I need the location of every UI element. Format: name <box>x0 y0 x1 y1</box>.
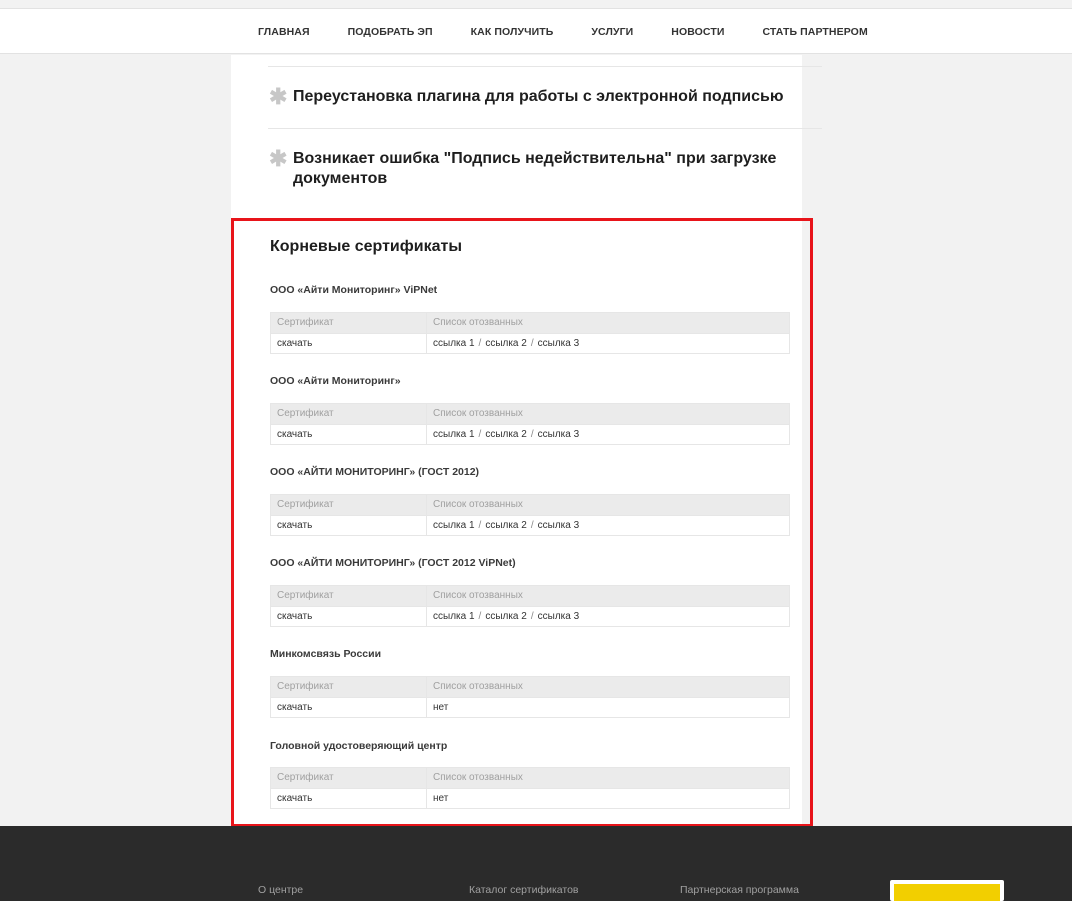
cert-table: Сертификат Список отозванных скачать ссы… <box>270 403 790 445</box>
top-navigation-bar: ГЛАВНАЯ ПОДОБРАТЬ ЭП КАК ПОЛУЧИТЬ УСЛУГИ… <box>0 8 1072 54</box>
asterisk-icon: ✱ <box>269 146 288 171</box>
table-row: скачать нет <box>271 788 789 808</box>
column-header-certificate: Сертификат <box>271 313 427 333</box>
crl-link-2[interactable]: ссылка 2 <box>485 429 527 440</box>
crl-link-1[interactable]: ссылка 1 <box>433 338 475 349</box>
table-header-row: Сертификат Список отозванных <box>271 313 789 333</box>
table-row: скачать ссылка 1/ссылка 2/ссылка 3 <box>271 333 789 353</box>
root-certificates-title: Корневые сертификаты <box>270 238 462 255</box>
footer-badge-accent <box>894 884 1000 901</box>
cert-table: Сертификат Список отозванных скачать ссы… <box>270 585 790 627</box>
nav-item-news[interactable]: НОВОСТИ <box>671 26 724 38</box>
table-row: скачать ссылка 1/ссылка 2/ссылка 3 <box>271 424 789 444</box>
crl-link-1[interactable]: ссылка 1 <box>433 520 475 531</box>
crl-link-3[interactable]: ссылка 3 <box>538 611 580 622</box>
link-separator: / <box>530 520 534 531</box>
download-link[interactable]: скачать <box>277 520 312 531</box>
nav-item-services[interactable]: УСЛУГИ <box>591 26 633 38</box>
faq-question[interactable]: Возникает ошибка "Подпись недействительн… <box>293 149 793 189</box>
table-row: скачать ссылка 1/ссылка 2/ссылка 3 <box>271 515 789 535</box>
cert-table: Сертификат Список отозванных скачать нет <box>270 676 790 718</box>
download-link[interactable]: скачать <box>277 793 312 804</box>
cert-group-title: ООО «Айти Мониторинг» <box>270 375 401 387</box>
download-link[interactable]: скачать <box>277 702 312 713</box>
column-header-revocation-list: Список отозванных <box>433 499 523 510</box>
column-header-certificate: Сертификат <box>271 677 427 697</box>
crl-link-3[interactable]: ссылка 3 <box>538 520 580 531</box>
table-header-row: Сертификат Список отозванных <box>271 404 789 424</box>
link-separator: / <box>530 429 534 440</box>
divider <box>268 66 822 67</box>
asterisk-icon: ✱ <box>269 84 288 109</box>
crl-none: нет <box>433 793 449 804</box>
download-link[interactable]: скачать <box>277 611 312 622</box>
main-nav: ГЛАВНАЯ ПОДОБРАТЬ ЭП КАК ПОЛУЧИТЬ УСЛУГИ… <box>258 9 906 55</box>
nav-item-how-to-get[interactable]: КАК ПОЛУЧИТЬ <box>471 26 554 38</box>
divider <box>268 128 822 129</box>
download-link[interactable]: скачать <box>277 338 312 349</box>
crl-link-3[interactable]: ссылка 3 <box>538 338 580 349</box>
cert-table: Сертификат Список отозванных скачать ссы… <box>270 494 790 536</box>
footer-link-certificate-catalog[interactable]: Каталог сертификатов <box>469 884 579 896</box>
footer-link-partner-program[interactable]: Партнерская программа <box>680 884 799 896</box>
link-separator: / <box>478 611 482 622</box>
link-separator: / <box>530 611 534 622</box>
nav-item-become-partner[interactable]: СТАТЬ ПАРТНЕРОМ <box>763 26 868 38</box>
crl-link-2[interactable]: ссылка 2 <box>485 338 527 349</box>
column-header-revocation-list: Список отозванных <box>433 590 523 601</box>
crl-link-2[interactable]: ссылка 2 <box>485 520 527 531</box>
table-header-row: Сертификат Список отозванных <box>271 677 789 697</box>
faq-question[interactable]: Переустановка плагина для работы с элект… <box>293 87 793 107</box>
column-header-certificate: Сертификат <box>271 586 427 606</box>
footer: О центре Каталог сертификатов Партнерска… <box>0 826 1072 901</box>
column-header-revocation-list: Список отозванных <box>433 408 523 419</box>
nav-item-choose-signature[interactable]: ПОДОБРАТЬ ЭП <box>348 26 433 38</box>
footer-badge[interactable] <box>890 880 1004 901</box>
table-row: скачать нет <box>271 697 789 717</box>
crl-link-1[interactable]: ссылка 1 <box>433 611 475 622</box>
column-header-certificate: Сертификат <box>271 768 427 788</box>
crl-link-3[interactable]: ссылка 3 <box>538 429 580 440</box>
crl-link-2[interactable]: ссылка 2 <box>485 611 527 622</box>
nav-item-home[interactable]: ГЛАВНАЯ <box>258 26 310 38</box>
link-separator: / <box>530 338 534 349</box>
column-header-revocation-list: Список отозванных <box>433 681 523 692</box>
table-header-row: Сертификат Список отозванных <box>271 768 789 788</box>
table-row: скачать ссылка 1/ссылка 2/ссылка 3 <box>271 606 789 626</box>
cert-table: Сертификат Список отозванных скачать ссы… <box>270 312 790 354</box>
cert-group-title: ООО «Айти Мониторинг» ViPNet <box>270 284 438 296</box>
link-separator: / <box>478 520 482 531</box>
crl-none: нет <box>433 702 449 713</box>
column-header-revocation-list: Список отозванных <box>433 317 523 328</box>
cert-group-title: Головной удостоверяющий центр <box>270 740 448 752</box>
column-header-certificate: Сертификат <box>271 495 427 515</box>
cert-group-title: ООО «АЙТИ МОНИТОРИНГ» (ГОСТ 2012) <box>270 466 480 478</box>
cert-group-title: Минкомсвязь России <box>270 648 382 660</box>
footer-link-about[interactable]: О центре <box>258 884 303 896</box>
faq-item-signature-invalid[interactable]: ✱ Возникает ошибка "Подпись недействител… <box>269 146 793 189</box>
cert-table: Сертификат Список отозванных скачать нет <box>270 767 790 809</box>
crl-link-1[interactable]: ссылка 1 <box>433 429 475 440</box>
faq-item-plugin-reinstall[interactable]: ✱ Переустановка плагина для работы с эле… <box>269 84 793 109</box>
link-separator: / <box>478 338 482 349</box>
table-header-row: Сертификат Список отозванных <box>271 586 789 606</box>
table-header-row: Сертификат Список отозванных <box>271 495 789 515</box>
column-header-revocation-list: Список отозванных <box>433 772 523 783</box>
link-separator: / <box>478 429 482 440</box>
download-link[interactable]: скачать <box>277 429 312 440</box>
cert-group-title: ООО «АЙТИ МОНИТОРИНГ» (ГОСТ 2012 ViPNet) <box>270 557 516 569</box>
column-header-certificate: Сертификат <box>271 404 427 424</box>
